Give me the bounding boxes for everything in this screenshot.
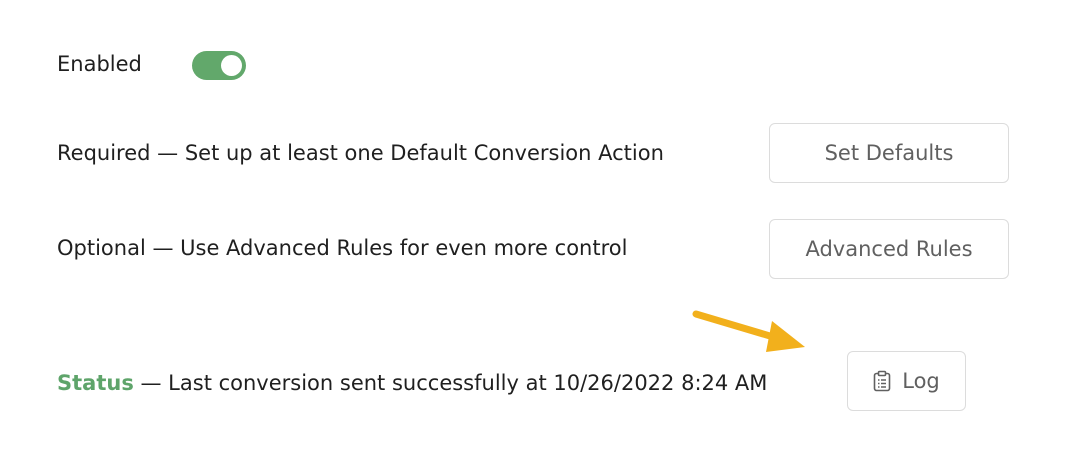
- pointer-arrow-icon: [692, 310, 805, 352]
- log-button-label: Log: [902, 369, 940, 393]
- enabled-label: Enabled: [57, 52, 142, 76]
- conversion-settings-panel: Enabled Required — Set up at least one D…: [0, 0, 1066, 467]
- advanced-rules-button[interactable]: Advanced Rules: [769, 219, 1009, 279]
- status-label: Status: [57, 371, 134, 395]
- status-text: — Last conversion sent successfully at 1…: [133, 371, 768, 395]
- status-line: Status — Last conversion sent successful…: [57, 369, 767, 397]
- enabled-toggle[interactable]: [192, 51, 246, 80]
- log-button[interactable]: Log: [847, 351, 966, 411]
- clipboard-icon: [873, 370, 891, 392]
- required-description: Required — Set up at least one Default C…: [57, 141, 664, 165]
- set-defaults-button[interactable]: Set Defaults: [769, 123, 1009, 183]
- toggle-knob: [221, 55, 242, 76]
- optional-description: Optional — Use Advanced Rules for even m…: [57, 236, 628, 260]
